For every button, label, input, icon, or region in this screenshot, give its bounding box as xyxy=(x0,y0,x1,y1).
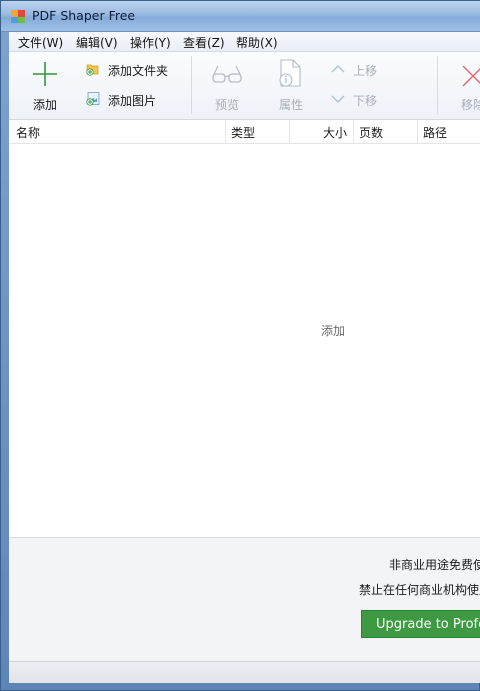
upgrade-button[interactable]: Upgrade to Professional xyxy=(361,610,480,638)
app-logo-icon xyxy=(11,10,25,23)
license-footer: 非商业用途免费使用 禁止在任何商业机构使用 Upgrade to Profess… xyxy=(9,537,480,661)
window-title: PDF Shaper Free xyxy=(32,8,136,23)
chevron-up-icon xyxy=(331,65,345,73)
column-divider[interactable] xyxy=(417,120,418,143)
properties-button[interactable]: 属性 xyxy=(267,56,311,114)
remove-button[interactable]: 移除 xyxy=(453,56,480,114)
move-up-label: 上移 xyxy=(353,64,378,78)
license-notice-line2: 禁止在任何商业机构使用 xyxy=(359,583,480,597)
toolbar: 添加 添加文件夹 添加图片 预览 属性 上移 下移 移除 xyxy=(9,52,480,120)
menu-bar: 文件(W) 编辑(V) 操作(Y) 查看(Z) 帮助(X) xyxy=(9,32,480,52)
column-divider[interactable] xyxy=(225,120,226,143)
file-list-placeholder[interactable]: 添加 xyxy=(321,322,345,339)
toolbar-separator xyxy=(191,56,192,114)
folder-add-icon xyxy=(86,64,99,76)
app-window: PDF Shaper Free 文件(W) 编辑(V) 操作(Y) 查看(Z) … xyxy=(0,0,480,691)
column-divider[interactable] xyxy=(353,120,354,143)
column-divider[interactable] xyxy=(289,120,290,143)
add-label: 添加 xyxy=(33,98,58,112)
add-folder-button[interactable]: 添加文件夹 xyxy=(83,60,179,80)
column-size[interactable]: 大小 xyxy=(323,124,347,141)
menu-edit[interactable]: 编辑(V) xyxy=(76,34,118,51)
glasses-icon xyxy=(212,65,242,83)
menu-help[interactable]: 帮助(X) xyxy=(236,34,278,51)
preview-button[interactable]: 预览 xyxy=(205,56,249,114)
plus-icon xyxy=(33,62,57,86)
add-image-button[interactable]: 添加图片 xyxy=(83,90,179,110)
menu-view[interactable]: 查看(Z) xyxy=(183,34,225,51)
column-path[interactable]: 路径 xyxy=(423,124,447,141)
add-image-label: 添加图片 xyxy=(108,94,157,108)
add-button[interactable]: 添加 xyxy=(21,56,69,114)
move-down-button[interactable]: 下移 xyxy=(327,90,387,110)
move-up-button[interactable]: 上移 xyxy=(327,60,387,80)
remove-label: 移除 xyxy=(461,98,480,112)
column-name[interactable]: 名称 xyxy=(16,124,40,141)
toolbar-separator xyxy=(437,56,438,114)
close-icon xyxy=(462,65,480,87)
license-notice-line1: 非商业用途免费使用 xyxy=(389,558,480,572)
add-folder-label: 添加文件夹 xyxy=(108,64,169,78)
title-bar[interactable]: PDF Shaper Free xyxy=(1,1,480,32)
file-list[interactable]: 添加 xyxy=(9,144,480,537)
properties-label: 属性 xyxy=(279,98,304,112)
preview-label: 预览 xyxy=(215,98,240,112)
image-add-icon xyxy=(86,92,100,106)
document-info-icon xyxy=(279,59,301,87)
column-type[interactable]: 类型 xyxy=(231,124,255,141)
menu-actions[interactable]: 操作(Y) xyxy=(130,34,171,51)
column-pages[interactable]: 页数 xyxy=(359,124,383,141)
file-list-header: 名称 类型 大小 页数 路径 xyxy=(9,120,480,144)
chevron-down-icon xyxy=(331,95,345,103)
status-bar xyxy=(9,661,480,683)
menu-file[interactable]: 文件(W) xyxy=(18,34,63,51)
move-down-label: 下移 xyxy=(353,94,378,108)
